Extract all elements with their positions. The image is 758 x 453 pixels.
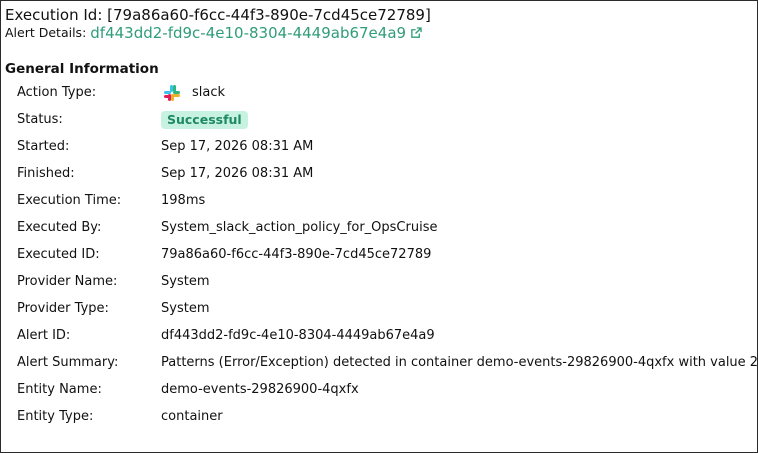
info-row-provider-type: Provider Type: System [1, 296, 757, 323]
status-value: Successful [161, 111, 248, 129]
info-row-alert-summary: Alert Summary: Patterns (Error/Exception… [1, 350, 758, 377]
alert-details-link[interactable]: df443dd2-fd9c-4e10-8304-4449ab67e4a9 [90, 24, 406, 42]
executed-id-label: Executed ID: [17, 247, 100, 262]
status-badge: Successful [161, 111, 248, 129]
action-type-value: slack [161, 84, 225, 102]
external-link-icon[interactable] [409, 26, 423, 40]
alert-summary-label: Alert Summary: [17, 355, 119, 370]
info-row-execution-time: Execution Time: 198ms [1, 188, 757, 215]
info-row-executed-by: Executed By: System_slack_action_policy_… [1, 215, 757, 242]
status-label: Status: [17, 112, 63, 127]
info-row-action-type: Action Type: slack [1, 80, 757, 107]
info-row-finished: Finished: Sep 17, 2026 08:31 AM [1, 161, 757, 188]
provider-name-value: System [161, 274, 210, 289]
provider-type-value: System [161, 301, 210, 316]
info-row-provider-name: Provider Name: System [1, 269, 757, 296]
action-type-label: Action Type: [17, 85, 97, 100]
started-label: Started: [17, 139, 70, 154]
executed-by-label: Executed By: [17, 220, 102, 235]
entity-name-value: demo-events-29826900-4qxfx [161, 382, 359, 397]
alert-summary-value: Patterns (Error/Exception) detected in c… [161, 355, 758, 370]
info-row-entity-name: Entity Name: demo-events-29826900-4qxfx [1, 377, 757, 404]
provider-type-label: Provider Type: [17, 301, 109, 316]
execution-details-panel: Execution Id: [79a86a60-f6cc-44f3-890e-7… [0, 0, 758, 453]
info-row-alert-id: Alert ID: df443dd2-fd9c-4e10-8304-4449ab… [1, 323, 757, 350]
info-row-status: Status: Successful [1, 107, 757, 134]
alert-id-label: Alert ID: [17, 328, 71, 343]
slack-icon [164, 85, 180, 101]
info-row-entity-type: Entity Type: container [1, 404, 757, 431]
execution-time-value: 198ms [161, 193, 206, 208]
finished-value: Sep 17, 2026 08:31 AM [161, 166, 314, 181]
execution-id-title: Execution Id: [79a86a60-f6cc-44f3-890e-7… [5, 6, 431, 24]
entity-name-label: Entity Name: [17, 382, 102, 397]
info-row-executed-id: Executed ID: 79a86a60-f6cc-44f3-890e-7cd… [1, 242, 757, 269]
entity-type-value: container [161, 409, 223, 424]
executed-by-value: System_slack_action_policy_for_OpsCruise [161, 220, 438, 235]
alert-details-label: Alert Details: [5, 25, 87, 40]
alert-details-row: Alert Details: df443dd2-fd9c-4e10-8304-4… [5, 24, 423, 42]
alert-id-value: df443dd2-fd9c-4e10-8304-4449ab67e4a9 [161, 328, 435, 343]
entity-type-label: Entity Type: [17, 409, 94, 424]
started-value: Sep 17, 2026 08:31 AM [161, 139, 314, 154]
action-type-text: slack [192, 85, 226, 100]
finished-label: Finished: [17, 166, 75, 181]
info-row-started: Started: Sep 17, 2026 08:31 AM [1, 134, 757, 161]
execution-time-label: Execution Time: [17, 193, 122, 208]
executed-id-value: 79a86a60-f6cc-44f3-890e-7cd45ce72789 [161, 247, 432, 262]
general-information-heading: General Information [5, 61, 159, 77]
general-information-list: Action Type: slack Status: Successful St… [1, 80, 758, 431]
provider-name-label: Provider Name: [17, 274, 118, 289]
